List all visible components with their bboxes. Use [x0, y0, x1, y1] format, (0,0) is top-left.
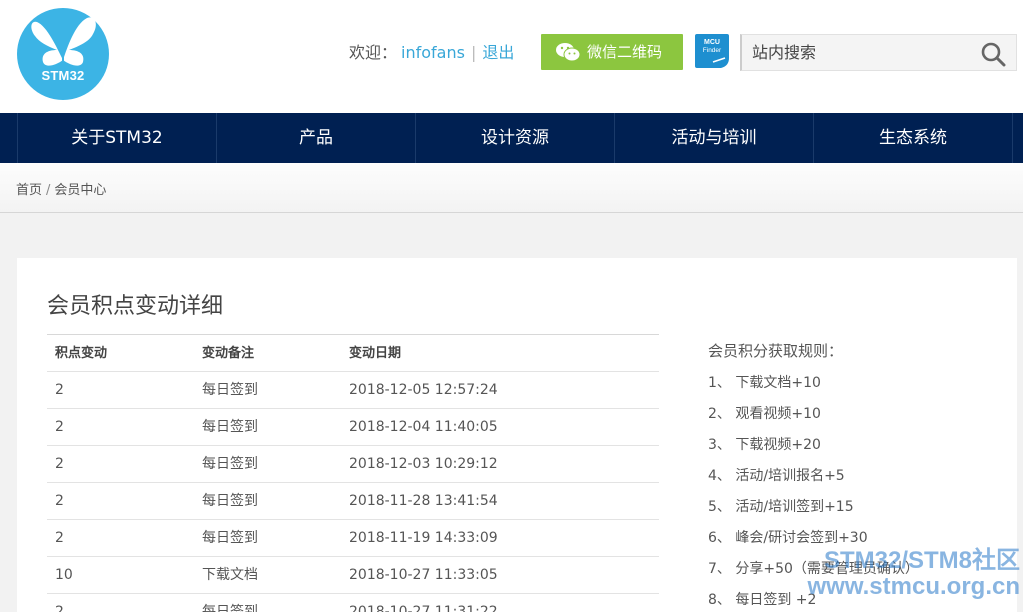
points-table: 积点变动 变动备注 变动日期 2 每日签到 2018-12-05 12:57:2…	[47, 334, 659, 612]
stm32-logo[interactable]: STM32	[17, 8, 109, 100]
search-input[interactable]	[752, 35, 972, 70]
cell-remark: 每日签到	[202, 530, 258, 546]
column-header-points: 积点变动	[55, 346, 108, 361]
cell-remark: 每日签到	[202, 604, 258, 612]
table-row: 2 每日签到 2018-12-03 10:29:12	[47, 446, 659, 483]
cell-date: 2018-12-04 11:40:05	[349, 419, 498, 435]
search-icon[interactable]	[980, 41, 1006, 67]
cell-date: 2018-12-05 12:57:24	[349, 382, 498, 398]
breadcrumb: 首页 / 会员中心	[16, 179, 106, 198]
column-header-remark: 变动备注	[202, 346, 255, 361]
table-row: 2 每日签到 2018-12-04 11:40:05	[47, 409, 659, 446]
nav-item-events-training[interactable]: 活动与培训	[615, 113, 814, 163]
site-watermark: STM32/STM8社区 www.stmcu.org.cn	[790, 548, 1020, 600]
butterfly-icon	[31, 17, 96, 66]
cell-points: 2	[55, 456, 64, 472]
table-row: 2 每日签到 2018-11-19 14:33:09	[47, 520, 659, 557]
cell-date: 2018-10-27 11:33:05	[349, 567, 498, 583]
breadcrumb-home[interactable]: 首页	[16, 183, 42, 198]
welcome-bar: 欢迎： infofans | 退出	[349, 42, 514, 64]
nav-item-design-resources[interactable]: 设计资源	[416, 113, 615, 163]
wechat-qrcode-button[interactable]: 微信二维码	[541, 34, 683, 70]
cell-remark: 每日签到	[202, 419, 258, 435]
logout-link[interactable]: 退出	[482, 43, 514, 62]
cell-points: 2	[55, 419, 64, 435]
table-row: 2 每日签到 2018-10-27 11:31:22	[47, 594, 659, 612]
nav-item-about[interactable]: 关于STM32	[17, 113, 217, 163]
table-row: 10 下载文档 2018-10-27 11:33:05	[47, 557, 659, 594]
separator: |	[470, 43, 477, 62]
cell-date: 2018-12-03 10:29:12	[349, 456, 498, 472]
cell-date: 2018-11-19 14:33:09	[349, 530, 498, 546]
rule-item: 1、 下载文档+10	[708, 375, 821, 391]
nav-item-ecosystem[interactable]: 生态系统	[814, 113, 1013, 163]
cell-remark: 每日签到	[202, 382, 258, 398]
rule-item: 5、 活动/培训签到+15	[708, 499, 854, 515]
table-row: 2 每日签到 2018-11-28 13:41:54	[47, 483, 659, 520]
site-header: STM32 欢迎： infofans | 退出 微信二维码 MCU Finder	[0, 0, 1023, 113]
column-header-date: 变动日期	[349, 346, 402, 361]
watermark-line-1: STM32/STM8社区	[823, 547, 1020, 574]
username-link[interactable]: infofans	[401, 43, 465, 62]
table-row: 2 每日签到 2018-12-05 12:57:24	[47, 372, 659, 409]
cell-remark: 每日签到	[202, 493, 258, 509]
breadcrumb-bar: 首页 / 会员中心	[0, 163, 1023, 213]
cell-points: 2	[55, 604, 64, 612]
mcu-finder-icon[interactable]: MCU Finder	[693, 32, 731, 70]
site-search	[740, 34, 1017, 71]
wechat-label: 微信二维码	[587, 43, 663, 61]
wechat-icon	[556, 43, 581, 62]
watermark-line-2: www.stmcu.org.cn	[807, 573, 1020, 600]
cell-remark: 每日签到	[202, 456, 258, 472]
rule-item: 4、 活动/培训报名+5	[708, 468, 845, 484]
cell-points: 10	[55, 567, 73, 583]
cell-points: 2	[55, 530, 64, 546]
cell-date: 2018-11-28 13:41:54	[349, 493, 498, 509]
main-nav: 关于STM32 产品 设计资源 活动与培训 生态系统	[0, 113, 1023, 163]
logo-text: STM32	[41, 68, 85, 83]
page-title: 会员积点变动详细	[47, 294, 224, 319]
cell-date: 2018-10-27 11:31:22	[349, 604, 498, 612]
breadcrumb-current: 会员中心	[54, 183, 107, 198]
cell-remark: 下载文档	[202, 567, 258, 583]
mcu-icon-subtext: Finder	[703, 47, 722, 54]
cell-points: 2	[55, 493, 64, 509]
breadcrumb-separator: /	[46, 183, 51, 198]
nav-item-products[interactable]: 产品	[217, 113, 416, 163]
cell-points: 2	[55, 382, 64, 398]
table-header-row: 积点变动 变动备注 变动日期	[47, 335, 659, 372]
welcome-label: 欢迎：	[349, 43, 398, 62]
mcu-icon-text: MCU	[704, 39, 720, 46]
rule-item: 3、 下载视频+20	[708, 437, 821, 453]
rules-title: 会员积分获取规则：	[708, 342, 844, 360]
rule-item: 2、 观看视频+10	[708, 406, 821, 422]
